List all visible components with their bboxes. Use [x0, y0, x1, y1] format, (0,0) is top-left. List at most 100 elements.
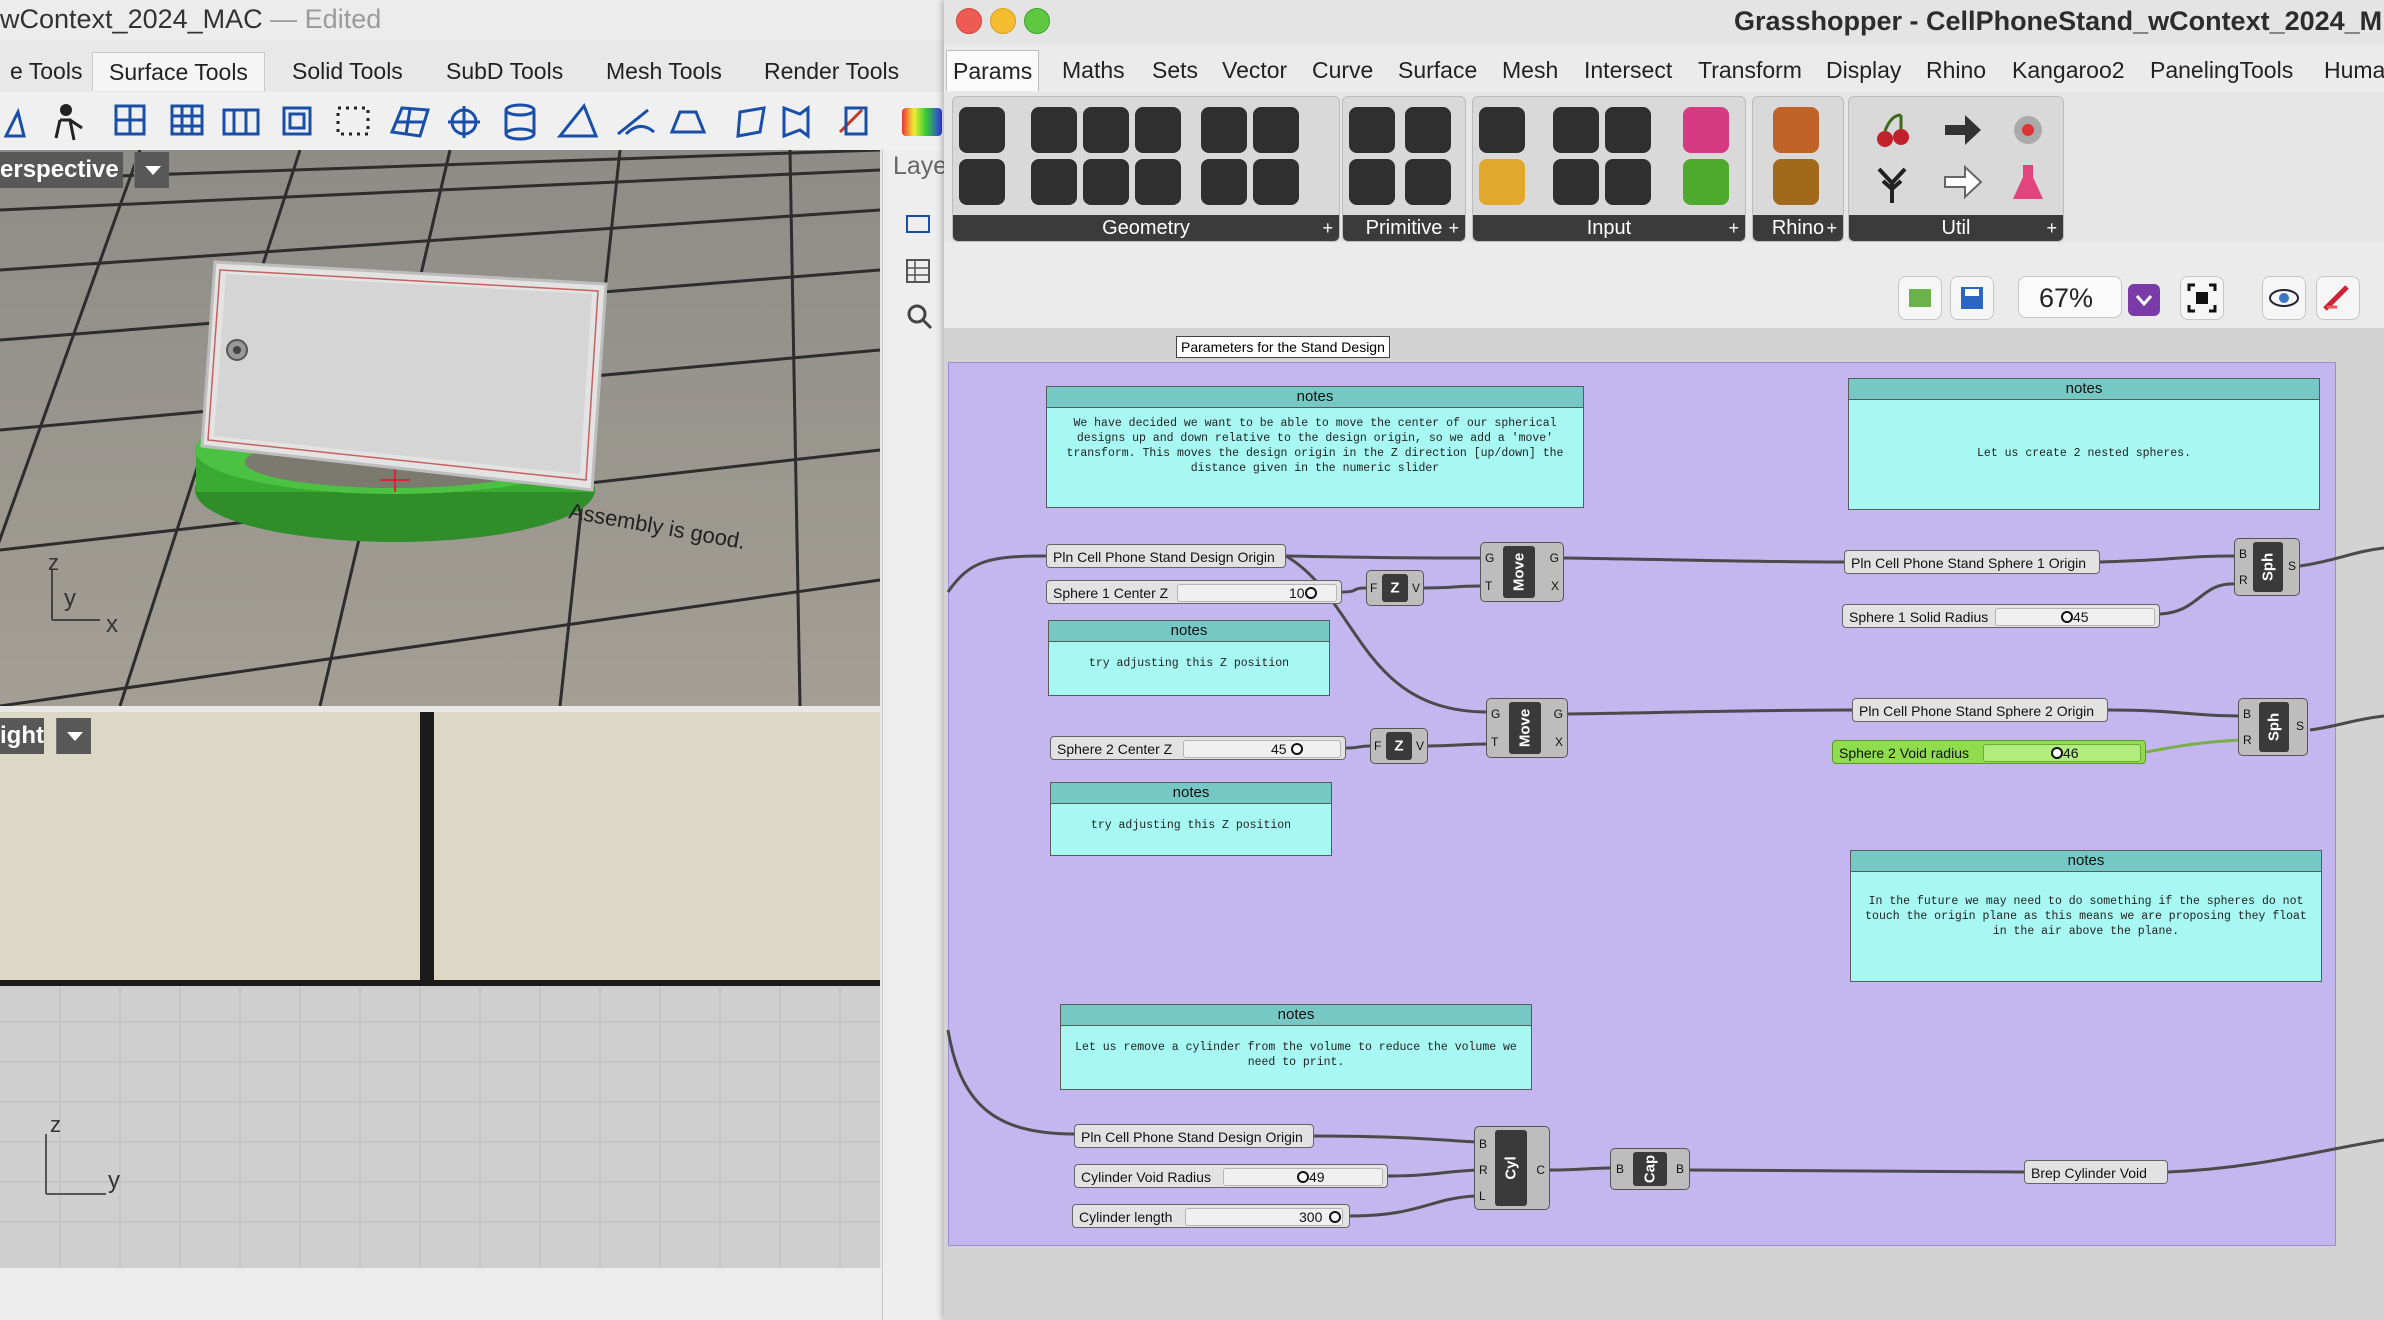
port-c-out[interactable]: C — [1536, 1163, 1545, 1177]
notes-panel-z2[interactable]: notes try adjusting this Z position — [1050, 782, 1332, 856]
sketch-pen-icon[interactable] — [2316, 276, 2360, 320]
triangle-rail-icon[interactable] — [556, 103, 599, 138]
number-slider-icon[interactable] — [1605, 107, 1651, 153]
move-component-1[interactable]: G T Move G X — [1480, 542, 1564, 602]
notes-panel-spheres[interactable]: notes Let us create 2 nested spheres. — [1848, 378, 2320, 510]
minimize-window-icon[interactable] — [990, 8, 1016, 34]
unit-z-component-1[interactable]: F Z V — [1366, 570, 1424, 606]
value-list-icon[interactable] — [1605, 159, 1651, 205]
slider-sphere1-solid-radius[interactable]: Sphere 1 Solid Radius 45 — [1842, 604, 2160, 628]
param-design-origin-2[interactable]: Pln Cell Phone Stand Design Origin — [1074, 1124, 1314, 1148]
layer-icon[interactable] — [1773, 107, 1819, 153]
slider-cylinder-void-radius[interactable]: Cylinder Void Radius 49 — [1074, 1164, 1388, 1188]
tab-display[interactable]: Display — [1826, 50, 1901, 90]
port-r[interactable]: R — [2243, 733, 2252, 747]
zoom-dropdown-icon[interactable] — [2128, 284, 2160, 316]
points-surface-icon[interactable] — [336, 106, 370, 136]
tab-params[interactable]: Params — [946, 50, 1040, 91]
cylinder-icon[interactable] — [504, 103, 536, 141]
port-f[interactable]: F — [1374, 739, 1381, 753]
tree-icon[interactable] — [1869, 159, 1915, 205]
cherry-icon[interactable] — [1869, 107, 1915, 153]
colour-swatch-icon[interactable] — [1683, 107, 1729, 153]
tab-kangaroo2[interactable]: Kangaroo2 — [2012, 50, 2125, 90]
slider-grip[interactable] — [1291, 743, 1303, 755]
slider-cylinder-length[interactable]: Cylinder length 300 — [1072, 1204, 1350, 1228]
slider-grip[interactable] — [1297, 1171, 1309, 1183]
eye-grey-icon[interactable] — [2005, 107, 2051, 153]
tab-subd-tools[interactable]: SubD Tools — [430, 52, 579, 90]
tab-render-tools[interactable]: Render Tools — [748, 52, 915, 90]
box-param-icon[interactable] — [1201, 107, 1247, 153]
slider-grip[interactable] — [2061, 611, 2073, 623]
port-r[interactable]: R — [1479, 1163, 1488, 1177]
arc-param-icon[interactable] — [1083, 107, 1129, 153]
port-g[interactable]: G — [1485, 551, 1494, 565]
network-surface-icon[interactable] — [170, 104, 204, 136]
zoom-window-icon[interactable] — [1024, 8, 1050, 34]
port-s-out[interactable]: S — [2296, 719, 2304, 733]
viewport-title-right[interactable]: ight — [0, 718, 44, 754]
move-component-2[interactable]: G T Move G X — [1486, 698, 1568, 758]
port-f[interactable]: F — [1370, 581, 1377, 595]
surface-param-icon[interactable] — [1253, 159, 1299, 205]
viewport-title-perspective[interactable]: erspective — [0, 152, 123, 188]
sphere-component-1[interactable]: B R Sph S — [2234, 538, 2300, 596]
data-input-icon[interactable] — [1479, 107, 1525, 153]
param-brep-cylinder-void[interactable]: Brep Cylinder Void — [2024, 1160, 2168, 1184]
blend-surface-icon[interactable] — [736, 106, 766, 138]
right-viewport[interactable]: z y — [0, 712, 880, 1268]
integer-param-icon[interactable] — [1349, 159, 1395, 205]
line-param-icon[interactable] — [1083, 159, 1129, 205]
port-r[interactable]: R — [2239, 573, 2248, 587]
tab-sets[interactable]: Sets — [1152, 50, 1198, 90]
port-t[interactable]: T — [1485, 579, 1492, 593]
loft-icon[interactable] — [669, 110, 707, 134]
arrow-right-light-icon[interactable] — [1939, 159, 1985, 205]
save-file-icon[interactable] — [1950, 276, 1994, 320]
tab-maths[interactable]: Maths — [1062, 50, 1125, 90]
notes-panel-future[interactable]: notes In the future we may need to do so… — [1850, 850, 2322, 982]
tab-rhino[interactable]: Rhino — [1926, 50, 1986, 90]
viewport-dropdown-icon[interactable] — [56, 718, 91, 754]
patch-surface-icon[interactable] — [389, 106, 430, 138]
slider-sphere1-center-z[interactable]: Sphere 1 Center Z 10 — [1046, 580, 1342, 604]
unroll-icon[interactable] — [782, 105, 810, 139]
slider-track[interactable] — [1183, 740, 1341, 758]
port-b[interactable]: B — [1479, 1137, 1487, 1151]
planar-surface-icon[interactable] — [222, 108, 260, 136]
gradient-icon[interactable] — [1479, 159, 1525, 205]
open-file-icon[interactable] — [1898, 276, 1942, 320]
close-window-icon[interactable] — [956, 8, 982, 34]
tab-tools[interactable]: e Tools — [0, 52, 98, 90]
tab-surface[interactable]: Surface — [1398, 50, 1477, 90]
sphere-rotate-icon[interactable] — [448, 106, 480, 138]
viewport-dropdown-icon[interactable] — [134, 152, 169, 188]
param-sphere1-origin[interactable]: Pln Cell Phone Stand Sphere 1 Origin — [1844, 550, 2100, 574]
param-sphere2-origin[interactable]: Pln Cell Phone Stand Sphere 2 Origin — [1852, 698, 2108, 722]
zoom-level-field[interactable]: 67% — [2018, 276, 2122, 318]
tab-surface-tools[interactable]: Surface Tools — [92, 52, 265, 91]
mesh-param-icon[interactable] — [1253, 107, 1299, 153]
port-l[interactable]: L — [1479, 1189, 1486, 1203]
port-v[interactable]: V — [1416, 739, 1424, 753]
slider-grip[interactable] — [1305, 587, 1317, 599]
graph-mapper-icon[interactable] — [1683, 159, 1729, 205]
geometry-param-icon[interactable] — [959, 107, 1005, 153]
port-b[interactable]: B — [2243, 707, 2251, 721]
port-b-out[interactable]: B — [1676, 1162, 1684, 1176]
port-g-out[interactable]: G — [1550, 551, 1559, 565]
boolean-toggle-icon[interactable] — [1553, 107, 1599, 153]
cylinder-component[interactable]: B R L Cyl C — [1474, 1126, 1550, 1210]
notes-panel-cylinder[interactable]: notes Let us remove a cylinder from the … — [1060, 1004, 1532, 1090]
port-v[interactable]: V — [1412, 581, 1420, 595]
port-s-out[interactable]: S — [2288, 559, 2296, 573]
tab-human[interactable]: Human — [2324, 50, 2384, 90]
cap-holes-component[interactable]: B Cap B — [1610, 1148, 1690, 1190]
tab-intersect[interactable]: Intersect — [1584, 50, 1672, 90]
search-icon[interactable] — [907, 304, 927, 324]
surface-grid-icon[interactable] — [114, 104, 146, 136]
text-param-icon[interactable] — [1405, 159, 1451, 205]
extract-surface-icon[interactable] — [282, 106, 312, 136]
analyze-edge-icon[interactable] — [838, 106, 868, 136]
